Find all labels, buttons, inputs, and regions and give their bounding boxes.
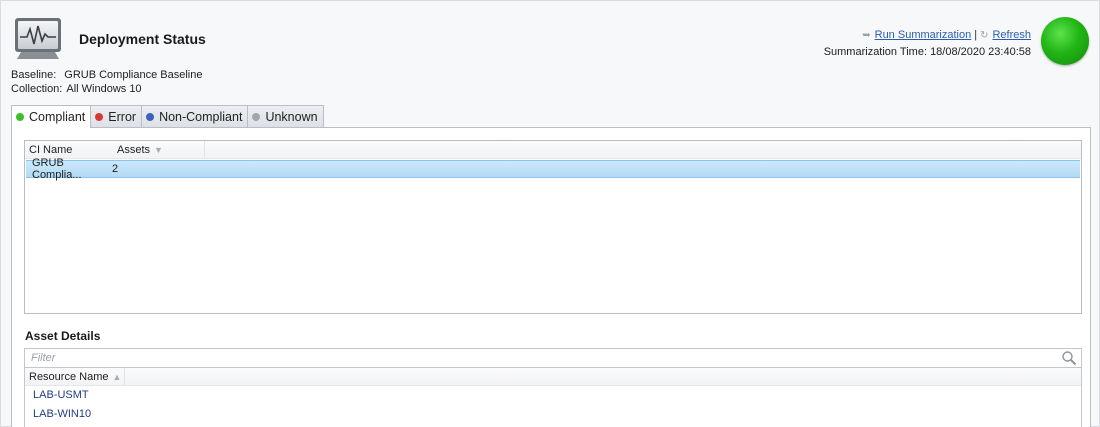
baseline-label: Baseline: <box>11 69 57 81</box>
collection-label: Collection: <box>11 83 63 95</box>
refresh-icon: ↻ <box>980 30 989 41</box>
run-summarization-link[interactable]: Run Summarization <box>875 29 972 41</box>
sort-asc-icon: ▲ <box>112 371 122 382</box>
summarization-time-label: Summarization Time: <box>823 46 927 58</box>
status-indicator-icon <box>1041 17 1089 65</box>
blue-dot-icon <box>146 112 155 121</box>
table-row[interactable]: GRUB Complia... 2 <box>26 157 1080 181</box>
green-dot-icon <box>16 113 24 121</box>
monitor-pulse-icon <box>15 18 61 59</box>
summarization-time-value: 18/08/2020 23:40:58 <box>930 46 1031 58</box>
tab-error[interactable]: Error <box>90 105 143 127</box>
ci-grid-header: CI Name Assets ▼ <box>25 140 1081 159</box>
deployment-status-window: Deployment Status Baseline: GRUB Complian… <box>0 0 1100 427</box>
summarization-panel: ➥ Run Summarization | ↻ Refresh Summarizatio… <box>824 27 1031 60</box>
red-dot-icon <box>95 112 104 121</box>
search-icon[interactable] <box>1061 350 1077 366</box>
asset-details-title: Asset Details <box>25 329 101 343</box>
baseline-value: GRUB Compliance Baseline <box>64 69 203 81</box>
collection-value: All Windows 10 <box>66 83 142 95</box>
tab-compliant[interactable]: Compliant <box>11 105 92 128</box>
filter-input[interactable] <box>25 349 1055 367</box>
asset-grid-header: Resource Name ▲ <box>25 367 1081 386</box>
list-item[interactable]: LAB-USMT <box>25 386 1081 405</box>
tab-unknown[interactable]: Unknown <box>247 105 324 127</box>
sort-desc-icon: ▼ <box>154 144 163 155</box>
list-item[interactable]: LAB-WIN10 <box>25 405 1081 424</box>
gray-dot-icon <box>252 112 261 121</box>
collection-info: Collection: All Windows 10 <box>11 83 142 95</box>
column-header-resource-name[interactable]: Resource Name ▲ <box>25 367 125 386</box>
filter-box <box>24 348 1082 368</box>
assets-cell: 2 <box>112 163 119 175</box>
asset-grid: Resource Name ▲ LAB-USMT LAB-WIN10 <box>24 367 1082 427</box>
status-tabs: Compliant Error Non-Compliant Unknown <box>11 105 324 128</box>
run-arrow-icon: ➥ <box>862 30 871 41</box>
refresh-link[interactable]: Refresh <box>992 29 1031 41</box>
tab-unknown-label: Unknown <box>265 109 318 124</box>
tab-non-compliant[interactable]: Non-Compliant <box>141 105 249 127</box>
tab-compliant-label: Compliant <box>29 110 86 124</box>
tab-error-label: Error <box>108 109 137 124</box>
baseline-info: Baseline: GRUB Compliance Baseline <box>11 69 202 81</box>
page-title: Deployment Status <box>79 31 206 47</box>
action-separator: | <box>974 29 978 41</box>
ci-name-cell: GRUB Complia... <box>32 157 82 181</box>
summarization-time: Summarization Time: 18/08/2020 23:40:58 <box>824 44 1031 60</box>
ci-grid: CI Name Assets ▼ GRUB Complia... 2 <box>24 140 1082 314</box>
column-header-ci-name[interactable]: CI Name <box>25 141 113 159</box>
column-header-assets[interactable]: Assets ▼ <box>113 140 205 159</box>
tab-non-compliant-label: Non-Compliant <box>159 109 243 124</box>
